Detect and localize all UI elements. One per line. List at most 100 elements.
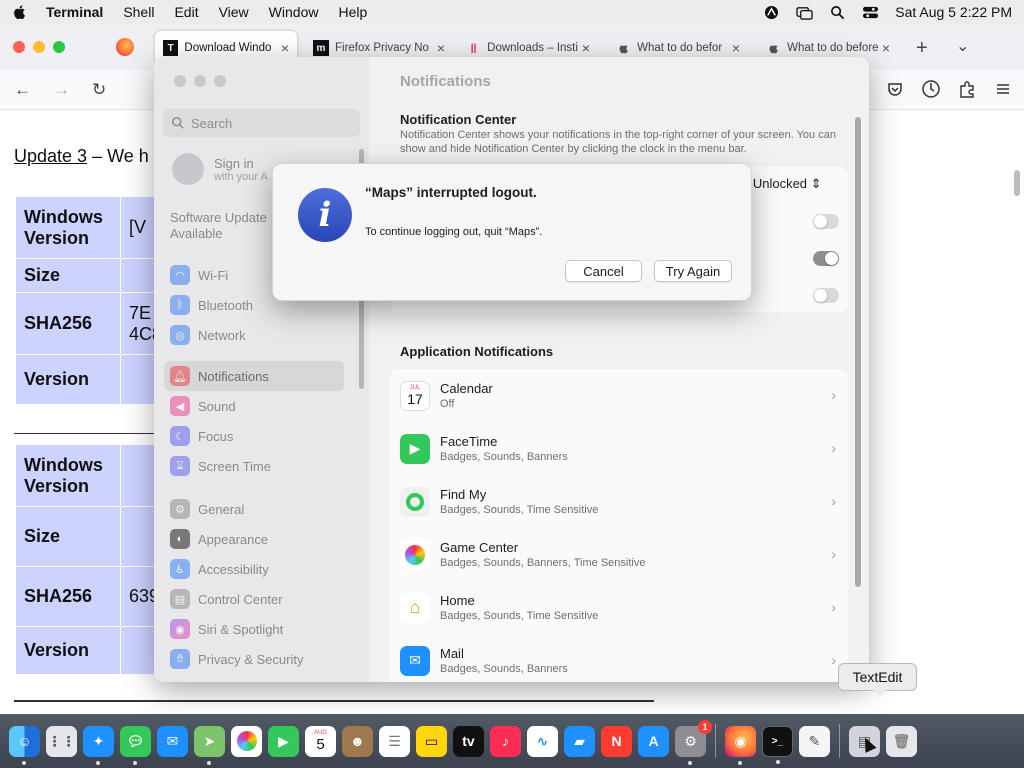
minimize-window-button[interactable] <box>194 75 206 87</box>
app-store-icon[interactable]: A <box>638 725 669 757</box>
app-row-find-my[interactable]: Find My Badges, Sounds, Time Sensitive › <box>390 475 848 528</box>
sidebar-item-screen-time[interactable]: ⌛︎ Screen Time <box>164 451 344 481</box>
menu-edit[interactable]: Edit <box>174 4 198 20</box>
tab-close-icon[interactable]: × <box>437 40 445 56</box>
option-toggle-1[interactable] <box>813 214 839 229</box>
apple-menu-icon[interactable] <box>12 4 28 20</box>
back-arrow-icon[interactable]: ← <box>14 80 31 100</box>
music-icon[interactable]: ♪ <box>490 725 521 757</box>
sidebar-item-label: Sound <box>198 398 236 414</box>
sidebar-item-focus[interactable]: ☾ Focus <box>164 421 344 451</box>
sidebar-item-sound[interactable]: ◀ Sound <box>164 391 344 421</box>
new-tab-plus-icon[interactable]: + <box>916 37 928 60</box>
system-settings-icon[interactable]: ⚙ 1 <box>675 719 712 765</box>
sidebar-item-control-center[interactable]: ▤ Control Center <box>164 584 344 614</box>
sidebar-item-notifications[interactable]: 🔔︎ Notifications <box>164 361 344 391</box>
news-icon[interactable]: N <box>601 725 632 757</box>
sidebar-group-notifications: 🔔︎ Notifications ◀ Sound ☾ Focus ⌛︎ Screen T… <box>164 361 344 481</box>
table-cell: Version <box>15 626 121 675</box>
calendar-dock-icon[interactable]: AUG 5 <box>305 725 336 757</box>
vpn-status-icon[interactable] <box>763 5 780 20</box>
reload-icon[interactable]: ↻ <box>92 80 106 100</box>
software-update-available[interactable]: Software Update Available <box>170 210 267 242</box>
zoom-window-button[interactable] <box>53 41 65 53</box>
table-cell: Windows Version <box>15 444 121 507</box>
app-row-calendar[interactable]: JUL 17 Calendar Off › <box>390 369 848 422</box>
sidebar-item-label: Control Center <box>198 591 283 607</box>
show-previews-select[interactable]: n Unlocked ⇕ <box>742 176 822 192</box>
update-link[interactable]: Update 3 <box>14 146 87 166</box>
finder-icon[interactable]: ☺ <box>9 725 40 765</box>
keynote-icon[interactable]: ▰ <box>564 725 595 757</box>
close-window-button[interactable] <box>174 75 186 87</box>
tab-label: Downloads – Insti <box>487 42 578 54</box>
calendar-day: 5 <box>316 735 325 753</box>
sidebar-item-privacy-security[interactable]: ✋︎ Privacy & Security <box>164 644 344 674</box>
pocket-icon[interactable] <box>886 80 904 98</box>
terminal-icon[interactable]: >_ <box>762 725 793 764</box>
minimize-window-button[interactable] <box>33 41 45 53</box>
windows-info-table-1: Windows Version [V Size SHA256 7E 4C8 Vers… <box>15 196 172 405</box>
pane-scrollbar[interactable] <box>855 117 861 587</box>
firefox-view-icon[interactable] <box>116 38 134 56</box>
option-toggle-2[interactable] <box>813 251 839 266</box>
settings-search-input[interactable]: Search <box>163 109 360 137</box>
notification-center-description: Notification Center shows your notificat… <box>400 129 836 155</box>
freeform-icon[interactable]: ∿ <box>527 725 558 757</box>
messages-icon[interactable]: 💬︎ <box>120 725 151 765</box>
apple-tv-icon[interactable]: tv <box>453 725 484 757</box>
app-row-facetime[interactable]: ▶ FaceTime Badges, Sounds, Banners › <box>390 422 848 475</box>
screen-mirroring-icon[interactable] <box>796 5 813 20</box>
sidebar-item-network[interactable]: ◎ Network <box>164 320 344 350</box>
safari-icon[interactable]: ✦ <box>83 725 114 765</box>
app-row-game-center[interactable]: Game Center Badges, Sounds, Banners, Time… <box>390 528 848 581</box>
sidebar-item-accessibility[interactable]: ♿︎ Accessibility <box>164 554 344 584</box>
launchpad-icon[interactable]: ⋮⋮ <box>46 725 77 757</box>
tab-close-icon[interactable]: × <box>732 40 740 56</box>
firefox-dock-icon[interactable]: ◉ <box>725 725 756 765</box>
trash-icon[interactable]: 🗑︎ <box>886 725 917 757</box>
tab-close-icon[interactable]: × <box>281 40 289 56</box>
menu-view[interactable]: View <box>219 4 249 20</box>
contacts-icon[interactable]: ☻ <box>342 725 373 757</box>
sidebar-item-general[interactable]: ⚙ General <box>164 494 344 524</box>
menu-bar-clock[interactable]: Sat Aug 5 2:22 PM <box>895 4 1012 20</box>
mail-dock-icon[interactable]: ✉ <box>157 725 188 757</box>
hamburger-menu-icon[interactable] <box>994 80 1012 98</box>
page-scrollbar[interactable] <box>1014 170 1020 196</box>
divider <box>14 433 154 434</box>
cancel-button[interactable]: Cancel <box>565 260 642 282</box>
photos-icon[interactable] <box>231 725 262 757</box>
menu-window[interactable]: Window <box>269 4 319 20</box>
sidebar-item-siri-spotlight[interactable]: ◉ Siri & Spotlight <box>164 614 344 644</box>
apple-id-signin[interactable]: Sign in with your A <box>172 153 268 185</box>
app-name: Find My <box>440 487 487 502</box>
textedit-icon[interactable]: ✎ <box>799 725 830 757</box>
menu-shell[interactable]: Shell <box>123 4 154 20</box>
forward-arrow-icon[interactable]: → <box>53 80 70 100</box>
menu-app-name[interactable]: Terminal <box>46 4 103 20</box>
bell-icon: 🔔︎ <box>170 366 190 386</box>
spotlight-search-icon[interactable] <box>829 5 846 20</box>
app-status: Badges, Sounds, Banners <box>440 451 568 463</box>
app-row-mail[interactable]: ✉ Mail Badges, Sounds, Banners › <box>390 634 848 682</box>
account-icon[interactable] <box>922 80 940 98</box>
app-row-home[interactable]: ⌂ Home Badges, Sounds, Time Sensitive › <box>390 581 848 634</box>
control-center-icon[interactable] <box>862 5 879 20</box>
option-toggle-3[interactable] <box>813 288 839 303</box>
try-again-button[interactable]: Try Again <box>654 260 732 282</box>
close-window-button[interactable] <box>13 41 25 53</box>
facetime-icon: ▶ <box>400 433 430 464</box>
tab-close-icon[interactable]: × <box>882 40 890 56</box>
reminders-icon[interactable]: ☰ <box>379 725 410 757</box>
menu-help[interactable]: Help <box>338 4 367 20</box>
notes-icon[interactable]: ▭ <box>416 725 447 757</box>
zoom-window-button[interactable] <box>214 75 226 87</box>
extensions-puzzle-icon[interactable] <box>958 80 976 98</box>
findmy-icon <box>400 486 430 517</box>
tab-list-chevron-icon[interactable]: ⌄ <box>956 36 969 56</box>
maps-icon[interactable]: ➤ <box>194 725 225 765</box>
facetime-dock-icon[interactable]: ▶ <box>268 725 299 757</box>
sidebar-item-appearance[interactable]: ◐ Appearance <box>164 524 344 554</box>
tab-close-icon[interactable]: × <box>582 40 590 56</box>
